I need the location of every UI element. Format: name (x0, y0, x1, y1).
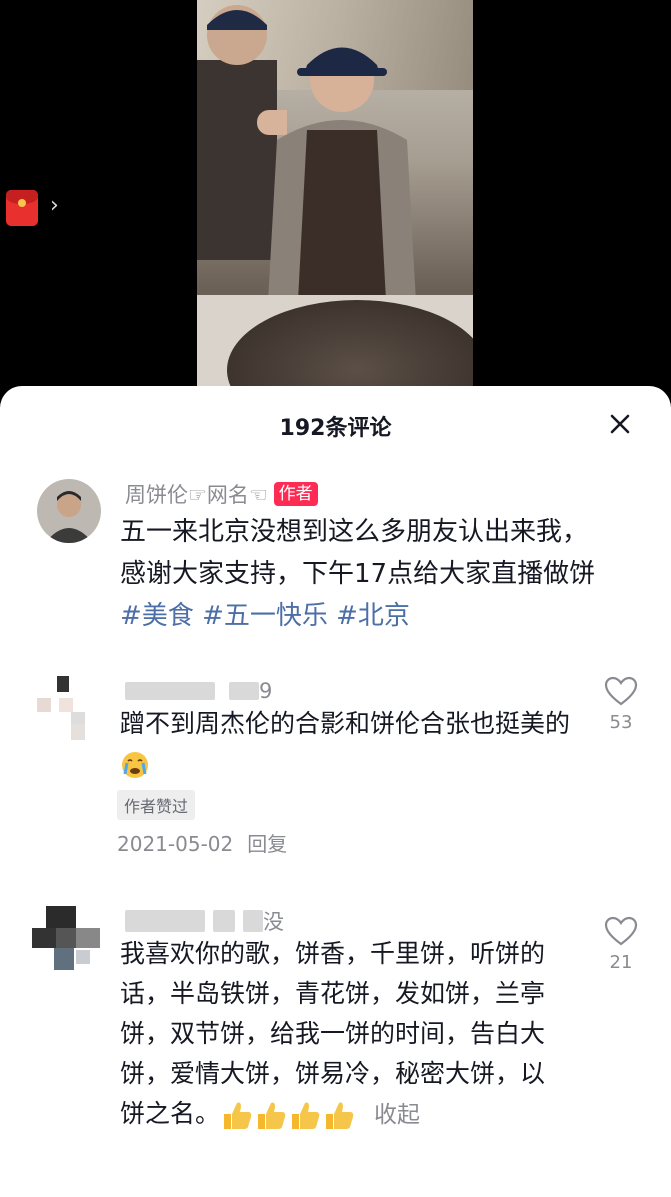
person-main (267, 47, 417, 320)
avatar[interactable] (32, 906, 104, 978)
username-row[interactable]: 9 (125, 676, 272, 706)
crying-face-icon (122, 752, 148, 778)
post-text: 五一来北京没想到这么多朋友认出来我，感谢大家支持，下午17点给大家直播做饼 #美… (120, 511, 610, 637)
heart-icon (604, 676, 638, 706)
hashtag[interactable]: #美食 (120, 601, 194, 631)
comment-meta: 2021-05-02 回复 (117, 828, 287, 857)
red-packet-icon[interactable] (6, 190, 38, 226)
comment-item: 9 蹭不到周杰伦的合影和饼伦合张也挺美的 53 作者赞过 2021-05-02 回… (0, 676, 671, 876)
like-button[interactable]: 21 (598, 916, 644, 973)
close-icon[interactable] (604, 408, 636, 440)
chevron-right-icon[interactable]: › (50, 193, 59, 218)
comment-text: 蹭不到周杰伦的合影和饼伦合张也挺美的 (120, 704, 570, 784)
thumbs-up-icon (258, 1102, 286, 1129)
collapse-button[interactable]: 收起 (374, 1102, 420, 1128)
post-body: 五一来北京没想到这么多朋友认出来我，感谢大家支持，下午17点给大家直播做饼 (120, 517, 596, 589)
comments-panel: 192条评论 周饼伦☞网名☜ 作者 五一来北京没想到这么多朋友认出来我，感谢大家… (0, 386, 671, 1197)
like-button[interactable]: 53 (598, 676, 644, 733)
username: 9 (259, 679, 273, 703)
author-post: 周饼伦☞网名☜ 作者 五一来北京没想到这么多朋友认出来我，感谢大家支持，下午17… (0, 476, 671, 646)
hashtag[interactable]: #北京 (336, 601, 410, 631)
video-frame (197, 0, 473, 400)
thumbs-up-icon (326, 1102, 354, 1129)
avatar[interactable] (37, 676, 101, 740)
author-name-row: 周饼伦☞网名☜ 作者 (125, 479, 318, 509)
comment-body: 蹭不到周杰伦的合影和饼伦合张也挺美的 (120, 709, 571, 738)
thumbs-up-icon (292, 1102, 320, 1129)
comments-header: 192条评论 (0, 386, 671, 462)
username[interactable]: 周饼伦☞网名☜ (125, 479, 268, 509)
like-count: 53 (609, 712, 633, 733)
comment-text: 我喜欢你的歌，饼香，千里饼，听饼的话，半岛铁饼，青花饼，发如饼，兰亭饼，双节饼，… (120, 934, 560, 1135)
username-row[interactable]: 没 (125, 906, 284, 936)
comment-date: 2021-05-02 (117, 832, 234, 856)
hashtag[interactable]: #五一快乐 (202, 601, 328, 631)
author-liked-badge: 作者赞过 (117, 790, 196, 820)
author-badge: 作者 (273, 482, 318, 506)
thumbs-up-icon (224, 1102, 252, 1129)
reply-button[interactable]: 回复 (247, 832, 287, 856)
comment-item: 没 我喜欢你的歌，饼香，千里饼，听饼的话，半岛铁饼，青花饼，发如饼，兰亭饼，双节… (0, 906, 671, 1196)
avatar[interactable] (37, 479, 101, 543)
username: 没 (263, 910, 284, 934)
comments-title: 192条评论 (279, 416, 392, 441)
video-player[interactable]: › (0, 0, 671, 400)
like-count: 21 (609, 952, 633, 973)
heart-icon (604, 916, 638, 946)
